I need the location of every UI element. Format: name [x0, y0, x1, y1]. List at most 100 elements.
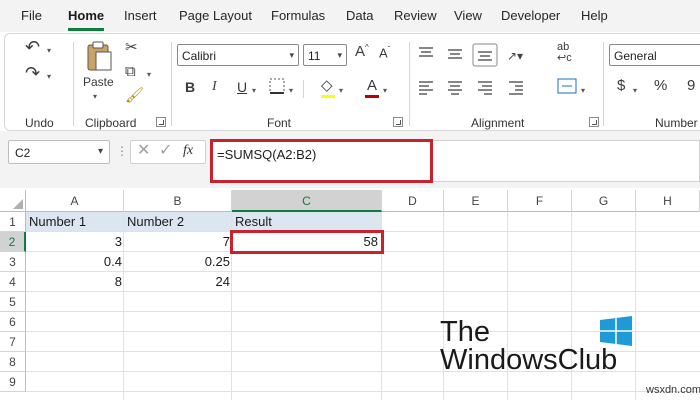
group-separator [409, 42, 410, 126]
row-header-4[interactable]: 4 [0, 272, 26, 292]
cell-a3[interactable]: 0.4 [26, 252, 124, 272]
decrease-font-size-icon[interactable]: Aˇ [379, 46, 390, 60]
font-name-value: Calibri [182, 49, 217, 63]
cell-b4[interactable]: 24 [124, 272, 232, 292]
column-header-g[interactable]: G [572, 190, 636, 212]
bold-icon[interactable]: B [185, 80, 195, 94]
undo-dropdown-icon[interactable]: ▾ [47, 46, 51, 55]
italic-icon[interactable]: I [212, 80, 217, 94]
paste-icon[interactable] [85, 40, 113, 72]
cell-b3[interactable]: 0.25 [124, 252, 232, 272]
watermark-line2: WindowsClub [440, 344, 618, 376]
name-box[interactable]: C2 ▾ [8, 140, 110, 164]
tab-home[interactable]: Home [68, 8, 104, 23]
tab-developer[interactable]: Developer [501, 8, 560, 23]
clipboard-launcher-icon[interactable] [156, 117, 166, 127]
underline-dropdown-icon[interactable]: ▾ [252, 86, 256, 95]
row-header-6[interactable]: 6 [0, 312, 26, 332]
currency-icon[interactable]: $ [617, 78, 625, 93]
tab-data[interactable]: Data [346, 8, 373, 23]
group-label-undo: Undo [25, 116, 54, 130]
alignment-launcher-icon[interactable] [589, 117, 599, 127]
cell-a2[interactable]: 3 [26, 232, 124, 252]
gridline [26, 311, 700, 312]
windows-logo-icon [600, 316, 632, 346]
row-header-8[interactable]: 8 [0, 352, 26, 372]
chevron-down-icon: ▾ [337, 50, 342, 60]
menu-bar: File Home Insert Page Layout Formulas Da… [0, 0, 700, 32]
gridline [635, 212, 636, 400]
row-header-9[interactable]: 9 [0, 372, 26, 392]
group-separator [73, 42, 74, 126]
row-header-2[interactable]: 2 [0, 232, 26, 252]
group-label-clipboard: Clipboard [85, 116, 137, 130]
tab-help[interactable]: Help [581, 8, 608, 23]
result-highlight-box [230, 230, 384, 254]
column-header-c[interactable]: C [232, 190, 382, 212]
chevron-down-icon: ▾ [289, 50, 294, 60]
column-header-h[interactable]: H [636, 190, 700, 212]
tab-view[interactable]: View [454, 8, 482, 23]
copy-icon[interactable]: ⧉ [125, 64, 136, 79]
alignment-icons: ↗▾ [419, 43, 523, 95]
formula-highlight-box [210, 139, 433, 183]
cell-a4[interactable]: 8 [26, 272, 124, 292]
tab-file[interactable]: File [21, 8, 42, 23]
row-header-3[interactable]: 3 [0, 252, 26, 272]
cell-b1[interactable]: Number 2 [124, 212, 232, 232]
column-header-b[interactable]: B [124, 190, 232, 212]
undo-icon[interactable]: ↶ [25, 38, 40, 56]
increase-font-size-icon[interactable]: A^ [355, 44, 369, 60]
row-header-1[interactable]: 1 [0, 212, 26, 232]
cell-b2[interactable]: 7 [124, 232, 232, 252]
underline-icon[interactable]: U [237, 80, 247, 94]
fill-color-icon[interactable]: ◇ [321, 78, 333, 93]
paste-button[interactable]: Paste [83, 76, 114, 88]
borders-icon[interactable] [269, 78, 285, 94]
font-color-dropdown-icon[interactable]: ▾ [383, 86, 387, 95]
column-header-d[interactable]: D [382, 190, 444, 212]
font-name-select[interactable]: Calibri ▾ [177, 44, 299, 66]
tab-formulas[interactable]: Formulas [271, 8, 325, 23]
group-label-number: Number [655, 116, 698, 130]
enter-icon[interactable]: ✓ [159, 143, 172, 159]
tab-review[interactable]: Review [394, 8, 437, 23]
font-size-select[interactable]: 11 ▾ [303, 44, 347, 66]
paste-dropdown-icon[interactable]: ▾ [93, 92, 97, 101]
number-format-select[interactable]: General [609, 44, 700, 66]
column-header-a[interactable]: A [26, 190, 124, 212]
row-header-5[interactable]: 5 [0, 292, 26, 312]
row-header-7[interactable]: 7 [0, 332, 26, 352]
chevron-down-icon: ▾ [97, 146, 103, 157]
copy-dropdown-icon[interactable]: ▾ [147, 70, 151, 79]
divider [303, 80, 304, 98]
name-box-value: C2 [15, 146, 31, 160]
redo-icon[interactable]: ↷ [25, 64, 40, 82]
format-painter-icon[interactable]: 🖌 [125, 88, 144, 103]
cell-a1[interactable]: Number 1 [26, 212, 124, 232]
font-size-value: 11 [308, 49, 321, 63]
number-format-value: General [614, 49, 657, 63]
column-header-f[interactable]: F [508, 190, 572, 212]
fill-color-dropdown-icon[interactable]: ▾ [339, 86, 343, 95]
tab-page-layout[interactable]: Page Layout [179, 8, 252, 23]
tab-insert[interactable]: Insert [124, 8, 157, 23]
font-color-icon[interactable]: A [367, 78, 377, 93]
merge-dropdown-icon[interactable]: ▾ [581, 86, 585, 95]
column-header-e[interactable]: E [444, 190, 508, 212]
borders-dropdown-icon[interactable]: ▾ [289, 86, 293, 95]
redo-dropdown-icon[interactable]: ▾ [47, 72, 51, 81]
cell-c1[interactable]: Result [232, 212, 382, 232]
wrap-text-icon[interactable]: ab ↩c [557, 42, 572, 64]
font-launcher-icon[interactable] [393, 117, 403, 127]
cancel-icon[interactable]: ✕ [137, 143, 150, 159]
percent-icon[interactable]: % [654, 78, 667, 93]
merge-center-icon[interactable] [557, 78, 577, 94]
comma-style-icon[interactable]: 9 [687, 78, 695, 93]
fill-color-swatch [321, 95, 335, 98]
insert-function-icon[interactable]: fx [183, 144, 193, 158]
currency-dropdown-icon[interactable]: ▾ [633, 86, 637, 95]
formula-buttons: ✕ ✓ fx [130, 140, 206, 164]
cut-icon[interactable]: ✂ [125, 40, 138, 55]
more-options-icon[interactable]: ⋮ [116, 145, 128, 157]
